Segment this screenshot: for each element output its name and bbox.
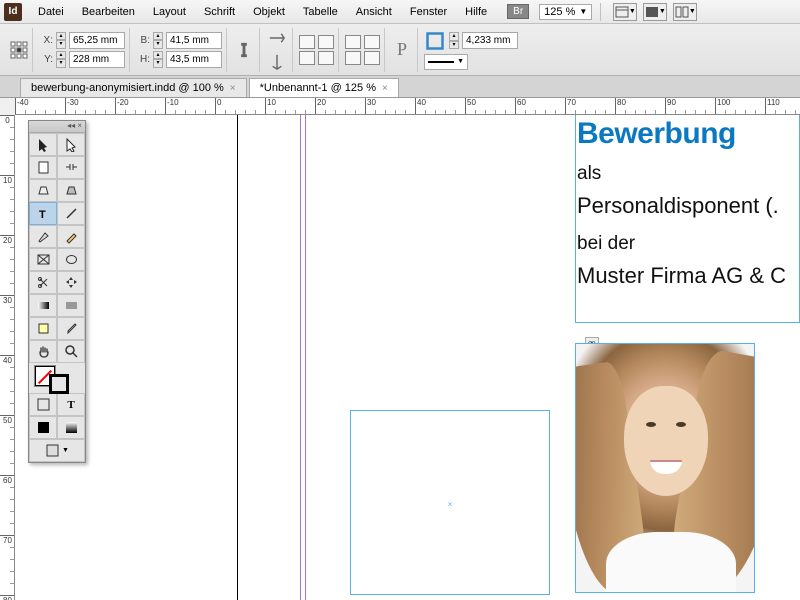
line-tool[interactable] (57, 202, 85, 225)
fill-stroke-swatches[interactable] (29, 363, 85, 393)
height-field[interactable] (166, 51, 222, 68)
tools-panel[interactable]: ◂◂ × T T ▼ (28, 120, 86, 463)
page-edge-guide (237, 115, 238, 600)
control-bar: X:▴▾ Y:▴▾ B:▴▾ H:▴▾ P ▴▾ ▼ (0, 24, 800, 76)
rectangle-frame-tool[interactable] (29, 248, 57, 271)
stroke-swatch[interactable] (49, 374, 69, 394)
menu-layout[interactable]: Layout (145, 3, 194, 21)
document-tab[interactable]: *Unbenannt-1 @ 125 % × (249, 78, 399, 97)
zoom-tool[interactable] (57, 340, 85, 363)
x-field[interactable] (69, 32, 125, 49)
note-tool[interactable] (29, 317, 57, 340)
menu-tabelle[interactable]: Tabelle (295, 3, 346, 21)
placed-photo (576, 344, 754, 592)
width-field[interactable] (166, 32, 222, 49)
content-placer-tool[interactable] (57, 179, 85, 202)
margin-guide (300, 115, 301, 600)
document-tabs: bewerbung-anonymisiert.indd @ 100 % × *Un… (0, 76, 800, 98)
flip-h-icon[interactable] (299, 51, 315, 65)
menu-ansicht[interactable]: Ansicht (348, 3, 400, 21)
eyedropper-tool[interactable] (57, 317, 85, 340)
direct-selection-tool[interactable] (57, 133, 85, 156)
rectangle-tool[interactable] (57, 248, 85, 271)
pen-tool[interactable] (29, 225, 57, 248)
stroke-style-combo[interactable]: ▼ (424, 54, 468, 70)
y-label: Y: (39, 54, 53, 65)
view-options-button[interactable]: ▼ (613, 3, 637, 21)
selection-tool[interactable] (29, 133, 57, 156)
tab-label: *Unbenannt-1 @ 125 % (260, 82, 376, 94)
formatting-text-icon[interactable]: T (57, 393, 85, 416)
gradient-feather-tool[interactable] (57, 294, 85, 317)
frame-center-icon: × (447, 500, 453, 506)
menu-bearbeiten[interactable]: Bearbeiten (74, 3, 143, 21)
h-label: H: (136, 54, 150, 65)
zoom-level-combo[interactable]: 125 % ▼ (539, 4, 592, 20)
stroke-weight-field[interactable] (462, 32, 518, 49)
content-collector-tool[interactable] (29, 179, 57, 202)
svg-text:T: T (39, 209, 46, 221)
horizontal-ruler[interactable]: -40-30-20-100102030405060708090100110 (15, 98, 800, 115)
menu-bar: Id DateiBearbeitenLayoutSchriftObjektTab… (0, 0, 800, 24)
menu-schrift[interactable]: Schrift (196, 3, 243, 21)
menu-hilfe[interactable]: Hilfe (457, 3, 495, 21)
y-field[interactable] (69, 51, 125, 68)
apply-gradient-icon[interactable] (57, 416, 85, 439)
select-content-icon[interactable] (364, 51, 380, 65)
stroke-spinner[interactable]: ▴▾ (449, 32, 459, 49)
pencil-tool[interactable] (57, 225, 85, 248)
bridge-badge[interactable]: Br (507, 4, 529, 19)
close-icon[interactable]: × (382, 83, 388, 94)
formatting-container-icon[interactable] (29, 393, 57, 416)
reference-point-group[interactable] (6, 28, 33, 72)
page-tool[interactable] (29, 156, 57, 179)
chevron-down-icon: ▼ (579, 7, 587, 16)
arrange-documents-button[interactable]: ▼ (673, 3, 697, 21)
fit-content-icon[interactable]: P (391, 39, 413, 61)
y-spinner[interactable]: ▴▾ (56, 51, 66, 68)
close-icon[interactable]: × (230, 83, 236, 94)
view-mode-toggle[interactable]: ▼ (29, 439, 85, 462)
tab-label: bewerbung-anonymisiert.indd @ 100 % (31, 82, 224, 94)
menu-objekt[interactable]: Objekt (245, 3, 293, 21)
scissors-tool[interactable] (29, 271, 57, 294)
column-guide (305, 115, 306, 600)
selected-empty-frame[interactable]: × (350, 410, 550, 595)
image-frame[interactable] (575, 343, 755, 593)
vertical-ruler[interactable]: 01020304050607080 (0, 115, 15, 600)
w-label: B: (136, 35, 150, 46)
hand-tool[interactable] (29, 340, 57, 363)
zoom-value: 125 % (544, 6, 575, 18)
gradient-swatch-tool[interactable] (29, 294, 57, 317)
screen-mode-button[interactable]: ▼ (643, 3, 667, 21)
free-transform-tool[interactable] (57, 271, 85, 294)
rotate-90-ccw-icon[interactable] (364, 35, 380, 49)
document-canvas[interactable]: Bewerbung als Personaldisponent (. bei d… (15, 115, 800, 600)
x-spinner[interactable]: ▴▾ (56, 32, 66, 49)
separator (600, 3, 601, 21)
gap-tool[interactable] (57, 156, 85, 179)
w-spinner[interactable]: ▴▾ (153, 32, 163, 49)
constrain-proportions-icon[interactable] (233, 39, 255, 61)
menu-fenster[interactable]: Fenster (402, 3, 455, 21)
type-tool[interactable]: T (29, 202, 57, 225)
app-icon: Id (4, 3, 22, 21)
select-container-icon[interactable] (345, 51, 361, 65)
scale-x-icon (266, 27, 288, 49)
panel-collapse-icon[interactable]: ◂◂ × (29, 121, 85, 133)
stroke-weight-icon (424, 30, 446, 52)
apply-color-icon[interactable] (29, 416, 57, 439)
h-spinner[interactable]: ▴▾ (153, 51, 163, 68)
document-tab[interactable]: bewerbung-anonymisiert.indd @ 100 % × (20, 78, 247, 97)
x-label: X: (39, 35, 53, 46)
shear-icon[interactable] (318, 35, 334, 49)
rotate-90-cw-icon[interactable] (345, 35, 361, 49)
rotate-icon[interactable] (299, 35, 315, 49)
scale-y-icon (266, 51, 288, 73)
flip-v-icon[interactable] (318, 51, 334, 65)
menu-datei[interactable]: Datei (30, 3, 72, 21)
